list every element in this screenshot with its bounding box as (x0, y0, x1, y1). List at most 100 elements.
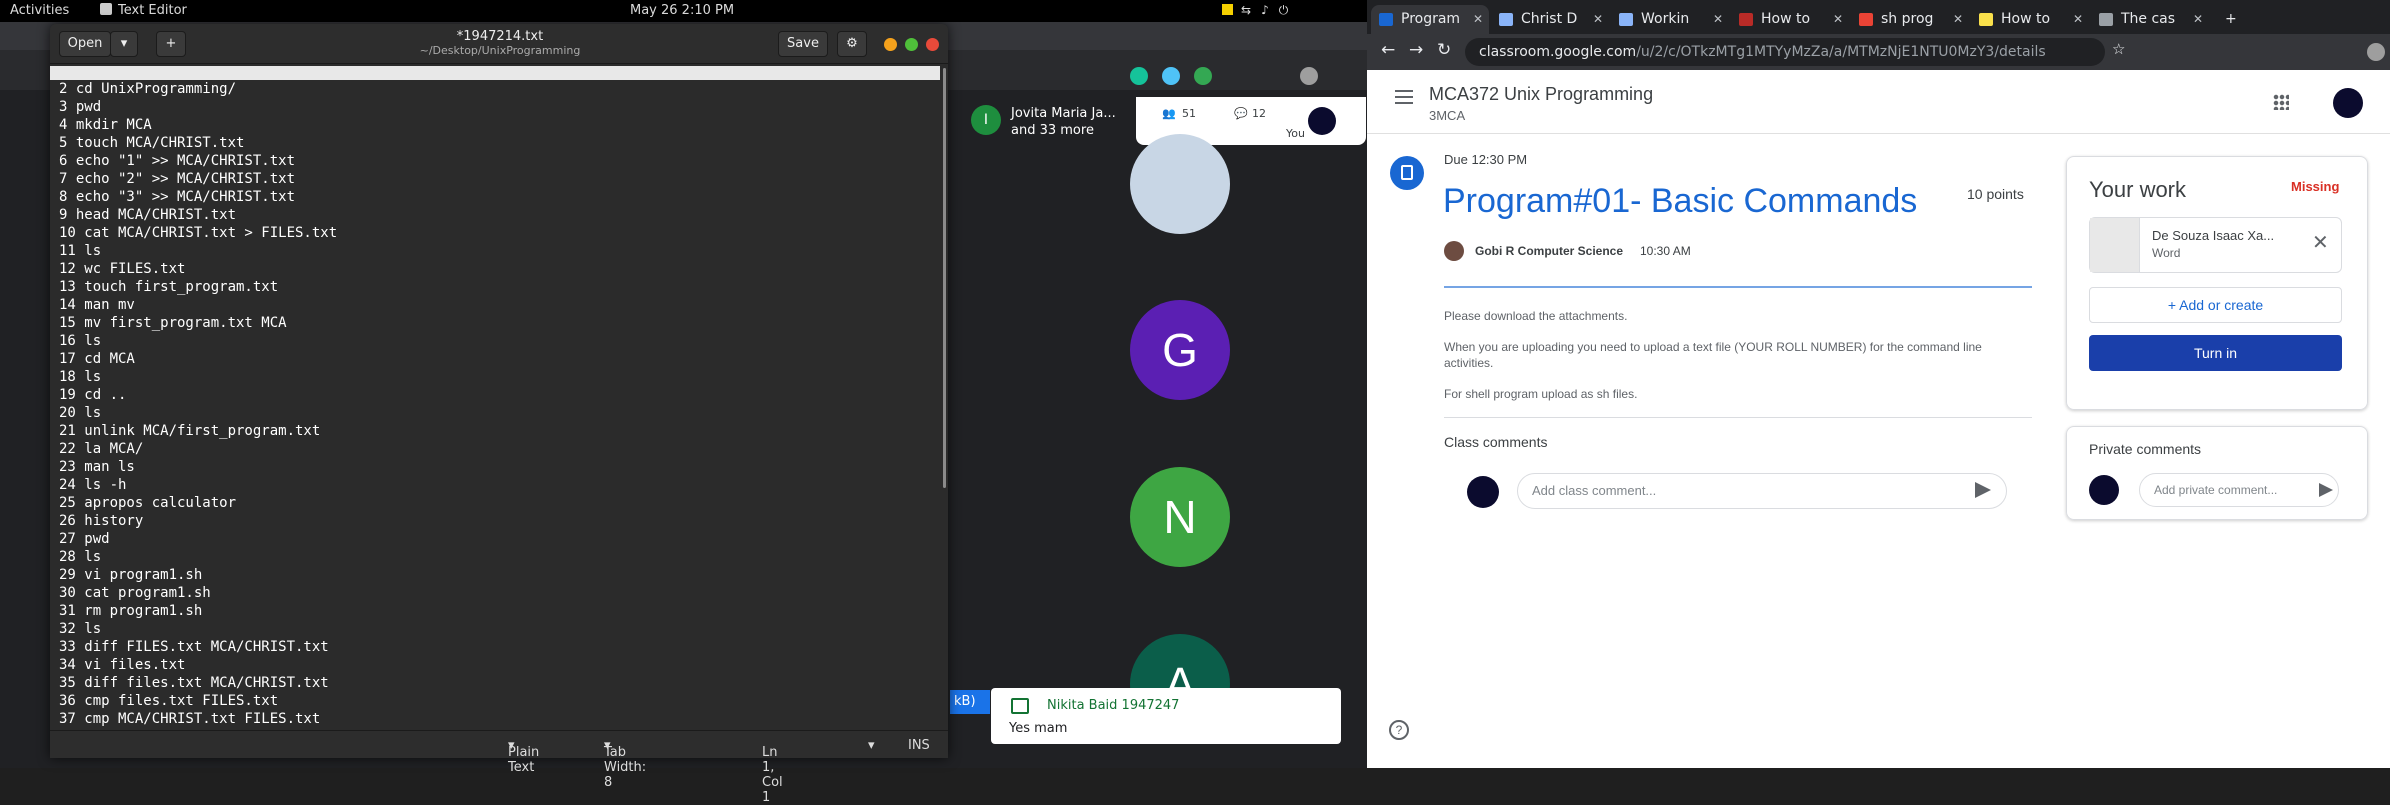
close-icon[interactable]: ✕ (2073, 5, 2083, 34)
chat-icon[interactable]: 💬 (1234, 107, 1248, 120)
editor-line[interactable]: 16 ls (59, 332, 337, 350)
browser-tab[interactable]: Christ D ✕ (1491, 5, 1609, 34)
close-icon[interactable]: ✕ (1713, 5, 1723, 34)
account-avatar[interactable] (2333, 88, 2363, 118)
back-arrow-icon[interactable]: ← (1381, 40, 1395, 60)
editor-line[interactable]: 31 rm program1.sh (59, 602, 337, 620)
class-comment-input[interactable]: Add class comment... (1517, 473, 2007, 509)
editor-line[interactable]: 8 echo "3" >> MCA/CHRIST.txt (59, 188, 337, 206)
star-icon[interactable]: ☆ (2112, 40, 2125, 58)
minimize-button[interactable] (884, 38, 897, 51)
participant-tile[interactable]: G (1130, 300, 1230, 400)
editor-line[interactable]: 15 mv first_program.txt MCA (59, 314, 337, 332)
position-menu-chevron-icon[interactable]: ▾ (868, 738, 875, 753)
close-icon[interactable]: ✕ (1953, 5, 1963, 34)
address-bar[interactable]: classroom.google.com/u/2/c/OTkzMTg1MTYyM… (1465, 38, 2105, 66)
extension-icon[interactable] (1162, 67, 1180, 85)
send-icon[interactable] (2319, 483, 2333, 497)
new-document-button[interactable]: + (156, 31, 186, 57)
maximize-button[interactable] (905, 38, 918, 51)
self-avatar[interactable] (1308, 107, 1336, 135)
editor-line[interactable]: 5 touch MCA/CHRIST.txt (59, 134, 337, 152)
editor-line[interactable]: 25 apropos calculator (59, 494, 337, 512)
attachment-card[interactable]: De Souza Isaac Xa... Word ✕ (2089, 217, 2342, 273)
editor-text[interactable]: 2 cd UnixProgramming/3 pwd 4 mkdir MCA 5 t… (59, 80, 337, 728)
browser-tab[interactable]: Program ✕ (1371, 5, 1489, 34)
editor-line[interactable]: 21 unlink MCA/first_program.txt (59, 422, 337, 440)
editor-line[interactable]: 24 ls -h (59, 476, 337, 494)
close-icon[interactable]: ✕ (2193, 5, 2203, 34)
close-icon[interactable]: ✕ (1593, 5, 1603, 34)
editor-scrollbar[interactable] (943, 68, 946, 488)
editor-line[interactable]: 33 diff FILES.txt MCA/CHRIST.txt (59, 638, 337, 656)
apps-grid-icon[interactable] (2273, 94, 2289, 110)
turn-in-button[interactable]: Turn in (2089, 335, 2342, 371)
editor-line[interactable]: 19 cd .. (59, 386, 337, 404)
grammarly-extension-icon[interactable] (2157, 43, 2175, 61)
private-comment-input[interactable]: Add private comment... (2139, 473, 2339, 507)
close-icon[interactable]: ✕ (1473, 5, 1483, 34)
chat-notification[interactable]: Nikita Baid 1947247 Yes mam (991, 688, 1341, 744)
extension-icon[interactable] (1194, 67, 1212, 85)
editor-line[interactable]: 9 head MCA/CHRIST.txt (59, 206, 337, 224)
editor-line[interactable]: 7 echo "2" >> MCA/CHRIST.txt (59, 170, 337, 188)
editor-line[interactable]: 30 cat program1.sh (59, 584, 337, 602)
editor-line[interactable]: 27 pwd (59, 530, 337, 548)
open-menu-chevron-icon[interactable]: ▾ (110, 31, 138, 57)
editor-line[interactable]: 2 cd UnixProgramming/ (59, 80, 337, 98)
clock[interactable]: May 26 2:10 PM (630, 3, 734, 18)
gear-icon[interactable]: ⚙ (837, 31, 867, 57)
system-tray[interactable]: ⇆♪⏻ (1222, 3, 1298, 18)
editor-line[interactable]: 17 cd MCA (59, 350, 337, 368)
open-button[interactable]: Open (59, 31, 111, 57)
browser-tab[interactable]: How to ✕ (1731, 5, 1849, 34)
browser-tab[interactable]: How to ✕ (1971, 5, 2089, 34)
browser-tab[interactable]: Workin ✕ (1611, 5, 1729, 34)
app-menu[interactable]: Text Editor (100, 3, 187, 18)
participant-tile[interactable] (1130, 134, 1230, 234)
language-selector[interactable]: Plain Text ▾ (508, 738, 539, 775)
activities-button[interactable]: Activities (10, 3, 69, 18)
editor-line[interactable]: 3 pwd (59, 98, 337, 116)
editor-line[interactable]: 29 vi program1.sh (59, 566, 337, 584)
participant-tile[interactable]: N (1130, 467, 1230, 567)
browser-tab[interactable]: The cas ✕ (2091, 5, 2209, 34)
text-editor-area[interactable]: 2 cd UnixProgramming/3 pwd 4 mkdir MCA 5 t… (50, 64, 948, 730)
add-or-create-button[interactable]: + Add or create (2089, 287, 2342, 323)
editor-line[interactable]: 36 cmp files.txt FILES.txt (59, 692, 337, 710)
close-icon[interactable]: ✕ (2312, 230, 2329, 255)
editor-line[interactable]: 13 touch first_program.txt (59, 278, 337, 296)
editor-line[interactable]: 11 ls (59, 242, 337, 260)
course-title[interactable]: MCA372 Unix Programming (1429, 84, 1653, 105)
editor-line[interactable]: 37 cmp MCA/CHRIST.txt FILES.txt (59, 710, 337, 728)
editor-line[interactable]: 14 man mv (59, 296, 337, 314)
save-button[interactable]: Save (778, 31, 828, 57)
editor-line[interactable]: 18 ls (59, 368, 337, 386)
profile-avatar[interactable] (1300, 67, 1318, 85)
editor-line[interactable]: 20 ls (59, 404, 337, 422)
close-button[interactable] (926, 38, 939, 51)
editor-line[interactable]: 4 mkdir MCA (59, 116, 337, 134)
editor-line[interactable]: 10 cat MCA/CHRIST.txt > FILES.txt (59, 224, 337, 242)
browser-tab[interactable]: sh prog ✕ (1851, 5, 1969, 34)
forward-arrow-icon[interactable]: → (1409, 40, 1423, 60)
new-tab-button[interactable]: + (2211, 5, 2251, 34)
close-icon[interactable]: ✕ (1833, 5, 1843, 34)
help-icon[interactable]: ? (1389, 720, 1409, 740)
profile-avatar[interactable] (2367, 43, 2385, 61)
editor-line[interactable]: 32 ls (59, 620, 337, 638)
grammarly-extension-icon[interactable] (1130, 67, 1148, 85)
editor-line[interactable]: 35 diff files.txt MCA/CHRIST.txt (59, 674, 337, 692)
editor-line[interactable]: 12 wc FILES.txt (59, 260, 337, 278)
editor-line[interactable]: 22 la MCA/ (59, 440, 337, 458)
editor-line[interactable]: 6 echo "1" >> MCA/CHRIST.txt (59, 152, 337, 170)
editor-line[interactable]: 23 man ls (59, 458, 337, 476)
participants-icon[interactable]: 👥 (1162, 107, 1176, 120)
hamburger-menu-icon[interactable] (1395, 96, 1413, 98)
send-icon[interactable] (1975, 482, 1991, 498)
editor-line[interactable]: 26 history (59, 512, 337, 530)
tab-width-selector[interactable]: Tab Width: 8 ▾ (604, 738, 646, 790)
editor-line[interactable]: 34 vi files.txt (59, 656, 337, 674)
editor-line[interactable]: 28 ls (59, 548, 337, 566)
reload-icon[interactable]: ↻ (1437, 40, 1451, 60)
